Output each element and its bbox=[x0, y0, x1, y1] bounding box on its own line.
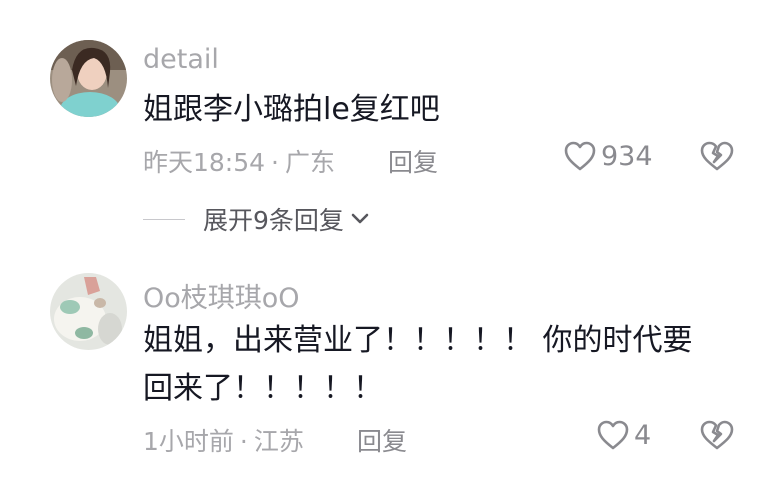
comment-meta: 1小时前 · 江苏 bbox=[143, 422, 304, 458]
broken-heart-icon bbox=[700, 141, 734, 171]
dislike-button[interactable] bbox=[699, 140, 735, 176]
heart-icon bbox=[564, 141, 596, 171]
like-button[interactable]: 934 bbox=[563, 140, 653, 172]
username[interactable]: Oo枝琪琪oO bbox=[143, 276, 300, 315]
avatar-image bbox=[50, 273, 127, 350]
broken-heart-icon bbox=[700, 420, 734, 450]
comment-location: 广东 bbox=[285, 148, 336, 177]
like-button[interactable]: 4 bbox=[596, 419, 651, 451]
comment-meta: 昨天18:54 · 广东 bbox=[143, 143, 335, 179]
comment-text-line: 姐姐，出来营业了！！！！！ 你的时代要 bbox=[143, 323, 693, 358]
reply-button[interactable]: 回复 bbox=[388, 143, 438, 179]
comment-time: 昨天18:54 bbox=[143, 148, 266, 177]
avatar-image bbox=[50, 40, 127, 117]
username[interactable]: detail bbox=[143, 44, 219, 75]
avatar[interactable] bbox=[50, 273, 127, 350]
meta-separator: · bbox=[271, 148, 279, 177]
expand-replies-label: 展开9条回复 bbox=[203, 206, 344, 235]
heart-icon bbox=[597, 420, 629, 450]
chevron-down-icon bbox=[351, 213, 369, 224]
avatar[interactable] bbox=[50, 40, 127, 117]
reply-button[interactable]: 回复 bbox=[357, 422, 407, 458]
comment-text: 姐跟李小璐拍le复红吧 bbox=[143, 92, 440, 127]
comment-list: detail 姐跟李小璐拍le复红吧 昨天18:54 · 广东 回复 934 展开9… bbox=[0, 0, 777, 477]
like-count: 934 bbox=[601, 140, 653, 172]
divider-line bbox=[143, 218, 185, 220]
comment-time: 1小时前 bbox=[143, 427, 234, 456]
expand-replies-button[interactable]: 展开9条回复 bbox=[143, 201, 370, 237]
comment-text-line: 回来了！！！！！ bbox=[143, 371, 383, 406]
comment-location: 江苏 bbox=[253, 427, 304, 456]
meta-separator: · bbox=[239, 427, 248, 456]
like-count: 4 bbox=[634, 419, 652, 451]
dislike-button[interactable] bbox=[699, 419, 735, 455]
